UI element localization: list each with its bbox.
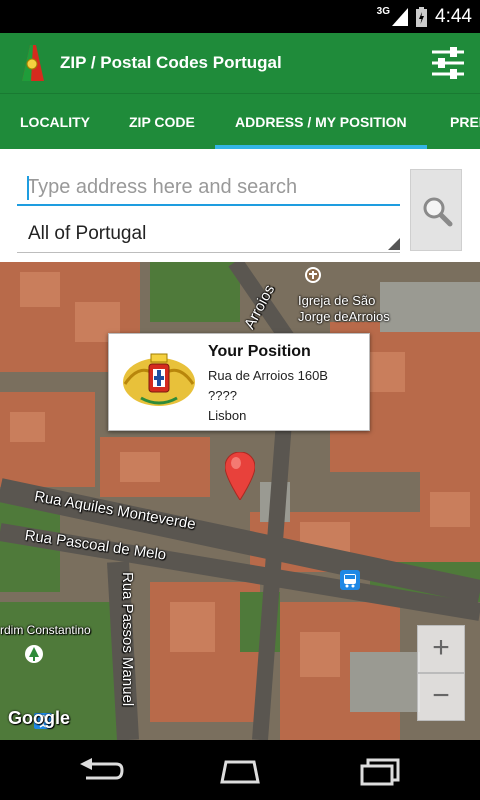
- portugal-flag-icon[interactable]: [22, 45, 44, 81]
- clock: 4:44: [435, 5, 472, 27]
- app-title: ZIP / Postal Codes Portugal: [60, 53, 282, 72]
- home-icon[interactable]: [216, 756, 264, 786]
- info-window-title: Your Position: [208, 343, 311, 360]
- street-label: Rua Passos Manuel: [119, 572, 136, 707]
- status-icons: 3G 4:44: [377, 0, 472, 33]
- sliders-icon[interactable]: [430, 45, 466, 81]
- info-window-city: Lisbon: [208, 408, 247, 423]
- region-dropdown-value: All of Portugal: [28, 223, 147, 244]
- magnifier-icon: [423, 197, 453, 227]
- action-bar: ZIP / Postal Codes Portugal: [0, 33, 480, 93]
- signal-icon: [392, 7, 409, 26]
- info-window[interactable]: Your Position Rua de Arroios 160B ???? L…: [108, 333, 370, 431]
- bus-stop-icon[interactable]: [340, 570, 360, 590]
- battery-icon: [416, 6, 428, 27]
- location-marker-icon[interactable]: [225, 452, 255, 500]
- address-search-input[interactable]: [17, 170, 400, 206]
- back-icon[interactable]: [76, 756, 124, 786]
- church-icon[interactable]: [304, 266, 322, 284]
- park-icon[interactable]: [24, 644, 44, 664]
- street-label: rdim Constantino: [0, 623, 91, 637]
- search-panel: All of Portugal: [0, 149, 480, 262]
- text-cursor: [27, 176, 29, 200]
- tab-locality[interactable]: LOCALITY: [20, 94, 90, 149]
- coat-of-arms-icon: [123, 353, 195, 406]
- tab-bar: LOCALITY ZIP CODE ADDRESS / MY POSITION …: [0, 93, 480, 149]
- search-button[interactable]: [410, 169, 462, 251]
- tab-preferences[interactable]: PREF: [450, 94, 480, 149]
- recents-icon[interactable]: [356, 756, 404, 786]
- navigation-bar: [0, 740, 480, 800]
- poi-label: Igreja de São Jorge deArroios: [298, 293, 390, 324]
- tab-zip-code[interactable]: ZIP CODE: [129, 94, 195, 149]
- info-window-zip: ????: [208, 388, 237, 403]
- region-dropdown[interactable]: All of Portugal: [17, 219, 400, 253]
- info-window-street: Rua de Arroios 160B: [208, 368, 328, 383]
- zoom-out-button[interactable]: −: [417, 673, 465, 721]
- zoom-in-button[interactable]: +: [417, 625, 465, 673]
- google-attribution: Google: [8, 708, 70, 728]
- status-bar: 3G 4:44: [0, 0, 480, 33]
- tab-address-my-position[interactable]: ADDRESS / MY POSITION: [215, 94, 427, 149]
- dropdown-arrow-icon: [388, 238, 400, 250]
- network-type: 3G: [376, 6, 391, 17]
- map-view[interactable]: Rua Aquiles Monteverde Rua Pascoal de Me…: [0, 262, 480, 740]
